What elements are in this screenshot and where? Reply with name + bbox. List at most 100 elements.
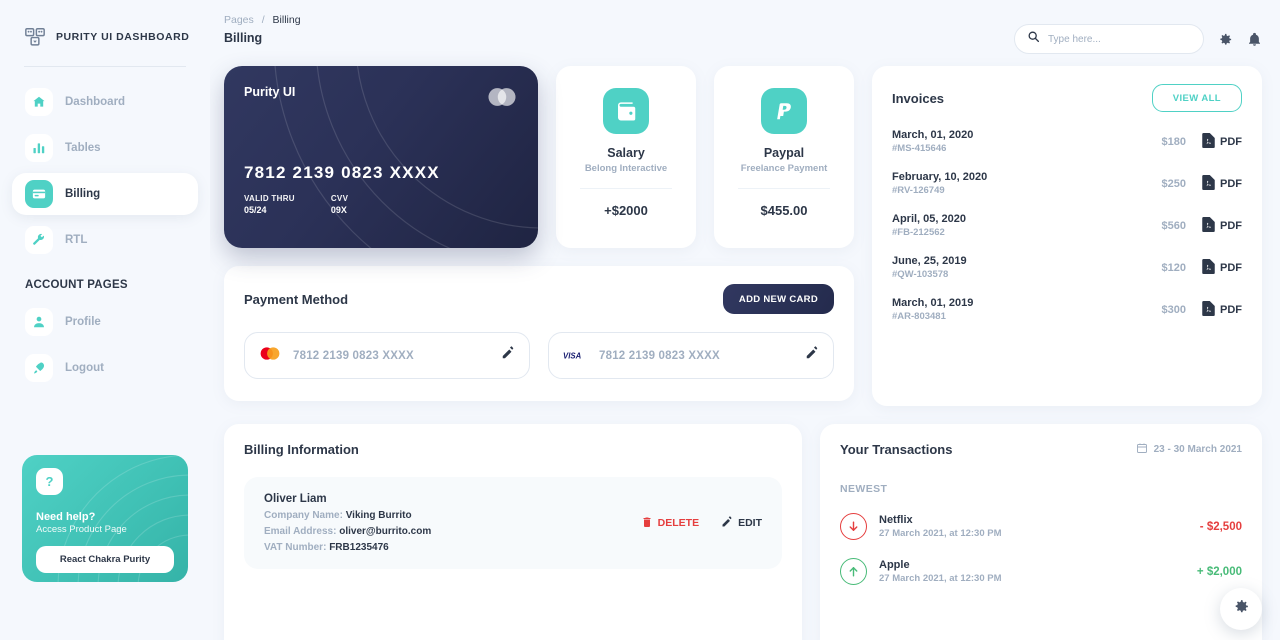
pdf-label: PDF bbox=[1220, 261, 1242, 274]
bell-icon[interactable] bbox=[1247, 32, 1262, 47]
invoice-amount: $300 bbox=[1161, 303, 1186, 316]
invoice-pdf-button[interactable]: PDF bbox=[1202, 174, 1242, 193]
add-new-card-button[interactable]: ADD NEW CARD bbox=[722, 284, 834, 314]
divider bbox=[738, 188, 830, 189]
invoices-header: Invoices VIEW ALL bbox=[892, 84, 1242, 112]
settings-fab-button[interactable] bbox=[1220, 588, 1262, 630]
salary-card: Salary Belong Interactive +$2000 bbox=[556, 66, 696, 248]
help-card-subtitle: Access Product Page bbox=[36, 524, 127, 535]
salary-title: Salary bbox=[607, 146, 645, 160]
edit-button[interactable]: EDIT bbox=[721, 515, 762, 531]
invoice-pdf-button[interactable]: PDF bbox=[1202, 216, 1242, 235]
breadcrumb-current[interactable]: Billing bbox=[273, 14, 301, 26]
transaction-time: 27 March 2021, at 12:30 PM bbox=[879, 528, 1002, 539]
invoice-amount: $560 bbox=[1161, 219, 1186, 232]
transactions-title: Your Transactions bbox=[840, 442, 953, 457]
billing-vat-line: VAT Number: FRB1235476 bbox=[264, 542, 641, 553]
topbar: Pages / Billing Billing bbox=[224, 14, 1262, 66]
date-range-label: 23 - 30 March 2021 bbox=[1153, 444, 1242, 455]
pdf-file-icon bbox=[1202, 132, 1215, 151]
gear-icon[interactable] bbox=[1218, 32, 1233, 47]
invoice-row: March, 01, 2019 #AR-803481 $300 PDF bbox=[892, 297, 1242, 322]
sidebar-item-label: Dashboard bbox=[65, 96, 126, 108]
invoice-info: March, 01, 2020 #MS-415646 bbox=[892, 129, 1162, 154]
paypal-amount: $455.00 bbox=[760, 203, 808, 218]
invoice-row: February, 10, 2020 #RV-126749 $250 PDF bbox=[892, 171, 1242, 196]
view-all-button[interactable]: VIEW ALL bbox=[1151, 84, 1242, 112]
pencil-icon[interactable] bbox=[805, 346, 819, 365]
invoice-code: #AR-803481 bbox=[892, 311, 946, 322]
billing-information-panel: Billing Information Oliver Liam Company … bbox=[224, 424, 802, 640]
saved-card-mastercard[interactable]: 7812 2139 0823 XXXX bbox=[244, 332, 530, 379]
help-card-title: Need help? bbox=[36, 511, 96, 523]
sidebar: PURITY UI DASHBOARD Dashboard Tables Bil… bbox=[0, 0, 210, 640]
transaction-name: Netflix bbox=[879, 514, 913, 526]
transaction-amount: - $2,500 bbox=[1199, 520, 1242, 533]
sidebar-item-dashboard[interactable]: Dashboard bbox=[12, 81, 198, 123]
top-left-column: Purity UI 7812 2139 0823 XXXX VALID THRU bbox=[224, 66, 854, 406]
mastercard-icon bbox=[259, 346, 281, 366]
valid-thru-value: 05/24 bbox=[244, 205, 267, 215]
sidebar-item-billing[interactable]: Billing bbox=[12, 173, 198, 215]
payment-method-cards: 7812 2139 0823 XXXX VISA 7812 2139 0823 … bbox=[244, 332, 834, 379]
transaction-amount: + $2,000 bbox=[1196, 565, 1242, 578]
transactions-panel: Your Transactions 23 - 30 March 2021 NEW… bbox=[820, 424, 1262, 640]
home-icon bbox=[25, 88, 53, 116]
search-input[interactable] bbox=[1048, 33, 1191, 45]
credit-card-icon bbox=[25, 180, 53, 208]
invoice-date: April, 05, 2020 bbox=[892, 213, 966, 225]
arrow-down-icon bbox=[840, 513, 867, 540]
sidebar-item-logout[interactable]: Logout bbox=[12, 347, 198, 389]
billing-entry: Oliver Liam Company Name: Viking Burrito… bbox=[244, 477, 782, 569]
breadcrumb: Pages / Billing bbox=[224, 14, 301, 26]
brand[interactable]: PURITY UI DASHBOARD bbox=[12, 22, 198, 48]
invoice-date: March, 01, 2019 bbox=[892, 297, 974, 309]
invoice-code: #FB-212562 bbox=[892, 227, 945, 238]
invoice-pdf-button[interactable]: PDF bbox=[1202, 258, 1242, 277]
sidebar-item-label: Logout bbox=[65, 362, 104, 374]
search-icon bbox=[1027, 30, 1040, 48]
help-card-button[interactable]: React Chakra Purity bbox=[36, 546, 174, 573]
breadcrumb-root[interactable]: Pages bbox=[224, 14, 254, 26]
search-box[interactable] bbox=[1014, 24, 1204, 54]
invoice-row: March, 01, 2020 #MS-415646 $180 PDF bbox=[892, 129, 1242, 154]
app-root: PURITY UI DASHBOARD Dashboard Tables Bil… bbox=[0, 0, 1280, 640]
paypal-title: Paypal bbox=[763, 146, 805, 160]
sidebar-item-rtl[interactable]: RTL bbox=[12, 219, 198, 261]
arrow-up-icon bbox=[840, 558, 867, 585]
company-value: Viking Burrito bbox=[345, 510, 412, 521]
billing-company-line: Company Name: Viking Burrito bbox=[264, 510, 641, 521]
invoice-amount: $180 bbox=[1161, 135, 1186, 148]
transaction-info: Netflix 27 March 2021, at 12:30 PM bbox=[879, 514, 1200, 539]
gear-icon bbox=[1233, 598, 1250, 620]
delete-button[interactable]: DELETE bbox=[641, 516, 699, 531]
invoice-pdf-button[interactable]: PDF bbox=[1202, 132, 1242, 151]
page-title: Billing bbox=[224, 31, 263, 45]
email-value: oliver@burrito.com bbox=[339, 526, 432, 537]
billing-email-line: Email Address: oliver@burrito.com bbox=[264, 526, 641, 537]
invoice-pdf-button[interactable]: PDF bbox=[1202, 300, 1242, 319]
pdf-file-icon bbox=[1202, 300, 1215, 319]
billing-entry-name: Oliver Liam bbox=[264, 493, 327, 505]
chakra-logo-icon bbox=[24, 26, 46, 48]
cards-row: Purity UI 7812 2139 0823 XXXX VALID THRU bbox=[224, 66, 854, 248]
invoices-column: Invoices VIEW ALL March, 01, 2020 #MS-41… bbox=[872, 66, 1262, 406]
invoice-code: #RV-126749 bbox=[892, 185, 945, 196]
company-label: Company Name: bbox=[264, 510, 343, 521]
credit-card-number: 7812 2139 0823 XXXX bbox=[244, 163, 440, 182]
transactions-header: Your Transactions 23 - 30 March 2021 bbox=[840, 442, 1242, 457]
pencil-icon[interactable] bbox=[501, 346, 515, 365]
sidebar-section-account: ACCOUNT PAGES bbox=[25, 279, 128, 291]
sidebar-item-profile[interactable]: Profile bbox=[12, 301, 198, 343]
invoice-info: February, 10, 2020 #RV-126749 bbox=[892, 171, 1162, 196]
credit-card[interactable]: Purity UI 7812 2139 0823 XXXX VALID THRU bbox=[224, 66, 538, 248]
pdf-label: PDF bbox=[1220, 177, 1242, 190]
saved-card-visa[interactable]: VISA 7812 2139 0823 XXXX bbox=[548, 332, 834, 379]
delete-label: DELETE bbox=[657, 517, 700, 529]
pdf-label: PDF bbox=[1220, 219, 1242, 232]
sidebar-item-tables[interactable]: Tables bbox=[12, 127, 198, 169]
transactions-date-range[interactable]: 23 - 30 March 2021 bbox=[1136, 442, 1242, 457]
invoice-code: #QW-103578 bbox=[892, 269, 949, 280]
invoice-info: June, 25, 2019 #QW-103578 bbox=[892, 255, 1162, 280]
invoices-panel: Invoices VIEW ALL March, 01, 2020 #MS-41… bbox=[872, 66, 1262, 406]
